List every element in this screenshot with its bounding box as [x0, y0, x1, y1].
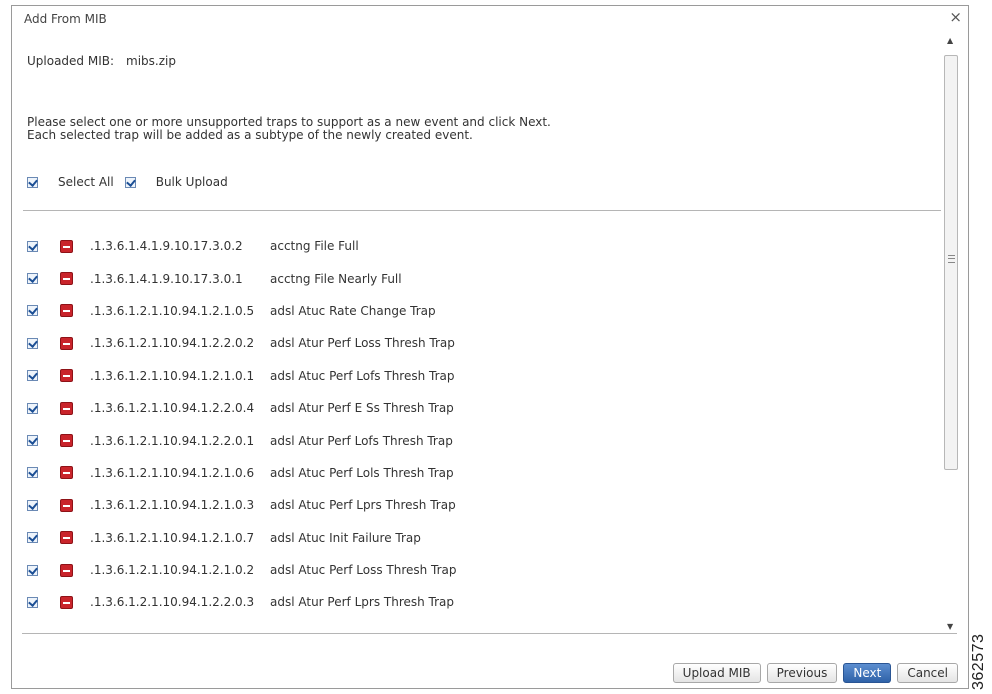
trap-name: adsl Atuc Perf Lols Thresh Trap — [270, 465, 454, 480]
close-icon[interactable]: × — [949, 10, 962, 25]
trap-oid: .1.3.6.1.2.1.10.94.1.2.1.0.7 — [90, 530, 255, 545]
trap-checkbox[interactable] — [27, 435, 38, 447]
trap-checkbox[interactable] — [27, 564, 38, 576]
cancel-button[interactable]: Cancel — [897, 663, 958, 683]
trap-row[interactable]: .1.3.6.1.2.1.10.94.1.2.2.0.2 adsl Atur Pe… — [27, 331, 927, 363]
severity-critical-icon — [60, 531, 73, 545]
trap-checkbox[interactable] — [27, 596, 38, 608]
uploaded-mib-info: Uploaded MIB: mibs.zip — [27, 54, 176, 68]
select-all-label[interactable]: Select All — [58, 175, 114, 189]
bulk-upload-label[interactable]: Bulk Upload — [156, 175, 228, 189]
scroll-up-arrow-icon[interactable]: ▲ — [947, 36, 953, 45]
trap-oid: .1.3.6.1.2.1.10.94.1.2.2.0.2 — [90, 336, 255, 351]
previous-button[interactable]: Previous — [766, 663, 838, 683]
trap-name: acctng File Nearly Full — [270, 271, 402, 286]
uploaded-mib-label: Uploaded MIB: — [27, 54, 115, 68]
trap-name: adsl Atuc Perf Lofs Thresh Trap — [270, 368, 455, 383]
trap-row[interactable]: .1.3.6.1.2.1.10.94.1.2.1.0.5 adsl Atuc Ra… — [27, 299, 927, 331]
trap-row[interactable]: .1.3.6.1.2.1.10.94.1.2.2.0.4 adsl Atur Pe… — [27, 396, 927, 428]
trap-row[interactable]: .1.3.6.1.2.1.10.94.1.2.1.0.3 adsl Atuc Pe… — [27, 493, 927, 525]
upload-mib-button[interactable]: Upload MIB — [672, 663, 761, 683]
dialog-title: Add From MIB — [24, 12, 107, 26]
trap-row[interactable]: .1.3.6.1.4.1.9.10.17.3.0.2 acctng File Fu… — [27, 234, 927, 266]
trap-checkbox[interactable] — [27, 499, 38, 511]
footer-divider — [22, 633, 957, 634]
trap-oid: .1.3.6.1.2.1.10.94.1.2.1.0.5 — [90, 303, 255, 318]
trap-oid: .1.3.6.1.2.1.10.94.1.2.1.0.3 — [90, 498, 255, 513]
trap-name: adsl Atur Perf Lprs Thresh Trap — [270, 595, 455, 610]
trap-oid: .1.3.6.1.2.1.10.94.1.2.2.0.1 — [90, 433, 255, 448]
severity-critical-icon — [60, 401, 73, 415]
select-all-checkbox[interactable] — [27, 176, 38, 188]
divider — [23, 210, 941, 211]
severity-critical-icon — [60, 336, 73, 350]
instructions-line-2: Each selected trap will be added as a su… — [27, 128, 473, 142]
severity-critical-icon — [60, 239, 73, 253]
trap-oid: .1.3.6.1.2.1.10.94.1.2.2.0.4 — [90, 401, 255, 416]
add-from-mib-dialog: Add From MIB × Uploaded MIB: mibs.zip Ple… — [11, 5, 969, 689]
severity-critical-icon — [60, 498, 73, 512]
grip-icon — [948, 255, 955, 263]
trap-name: adsl Atuc Perf Loss Thresh Trap — [270, 563, 457, 578]
next-button[interactable]: Next — [843, 663, 892, 683]
trap-name: adsl Atur Perf E Ss Thresh Trap — [270, 401, 454, 416]
severity-critical-icon — [60, 434, 73, 448]
trap-row[interactable]: .1.3.6.1.2.1.10.94.1.2.2.0.3 adsl Atur Pe… — [27, 590, 927, 622]
button-bar: Upload MIB Previous Next Cancel — [667, 663, 958, 683]
severity-critical-icon — [60, 466, 73, 480]
trap-checkbox[interactable] — [27, 532, 38, 544]
trap-oid: .1.3.6.1.4.1.9.10.17.3.0.2 — [90, 239, 243, 254]
trap-name: adsl Atur Perf Loss Thresh Trap — [270, 336, 455, 351]
trap-oid: .1.3.6.1.4.1.9.10.17.3.0.1 — [90, 271, 243, 286]
severity-critical-icon — [60, 595, 73, 609]
scrollbar[interactable]: ▲ ▼ — [943, 36, 960, 633]
trap-oid: .1.3.6.1.2.1.10.94.1.2.1.0.2 — [90, 563, 255, 578]
trap-checkbox[interactable] — [27, 305, 38, 317]
trap-name: acctng File Full — [270, 239, 359, 254]
severity-critical-icon — [60, 304, 73, 318]
figure-id: 362573 — [970, 633, 987, 690]
trap-checkbox[interactable] — [27, 273, 38, 285]
trap-oid: .1.3.6.1.2.1.10.94.1.2.1.0.6 — [90, 465, 255, 480]
trap-checkbox[interactable] — [27, 402, 38, 414]
uploaded-mib-value: mibs.zip — [126, 54, 176, 68]
trap-row[interactable]: .1.3.6.1.2.1.10.94.1.2.1.0.2 adsl Atuc Pe… — [27, 558, 927, 590]
trap-checkbox[interactable] — [27, 240, 38, 252]
trap-oid: .1.3.6.1.2.1.10.94.1.2.2.0.3 — [90, 595, 255, 610]
trap-checkbox[interactable] — [27, 337, 38, 349]
trap-name: adsl Atur Perf Lofs Thresh Trap — [270, 433, 453, 448]
trap-name: adsl Atuc Perf Lprs Thresh Trap — [270, 498, 456, 513]
trap-name: adsl Atuc Rate Change Trap — [270, 303, 436, 318]
trap-oid: .1.3.6.1.2.1.10.94.1.2.1.0.1 — [90, 368, 255, 383]
scroll-down-arrow-icon[interactable]: ▼ — [947, 622, 953, 631]
scrollbar-thumb[interactable] — [944, 55, 958, 470]
trap-row[interactable]: .1.3.6.1.2.1.10.94.1.2.2.0.1 adsl Atur Pe… — [27, 428, 927, 460]
instructions: Please select one or more unsupported tr… — [27, 116, 551, 142]
trap-checkbox[interactable] — [27, 467, 38, 479]
severity-critical-icon — [60, 563, 73, 577]
severity-critical-icon — [60, 272, 73, 286]
dialog-content: Uploaded MIB: mibs.zip Please select one … — [13, 36, 943, 633]
trap-row[interactable]: .1.3.6.1.4.1.9.10.17.3.0.1 acctng File Ne… — [27, 266, 927, 298]
trap-row[interactable]: .1.3.6.1.2.1.10.94.1.2.1.0.7 adsl Atuc In… — [27, 526, 927, 558]
options-row: Select All Bulk Upload — [27, 175, 239, 189]
trap-row[interactable]: .1.3.6.1.2.1.10.94.1.2.1.0.6 adsl Atuc Pe… — [27, 461, 927, 493]
trap-name: adsl Atuc Init Failure Trap — [270, 530, 421, 545]
trap-checkbox[interactable] — [27, 370, 38, 382]
trap-row[interactable]: .1.3.6.1.2.1.10.94.1.2.1.0.1 adsl Atuc Pe… — [27, 364, 927, 396]
trap-list: .1.3.6.1.4.1.9.10.17.3.0.2 acctng File Fu… — [27, 234, 927, 623]
bulk-upload-checkbox[interactable] — [124, 176, 136, 188]
severity-critical-icon — [60, 369, 73, 383]
